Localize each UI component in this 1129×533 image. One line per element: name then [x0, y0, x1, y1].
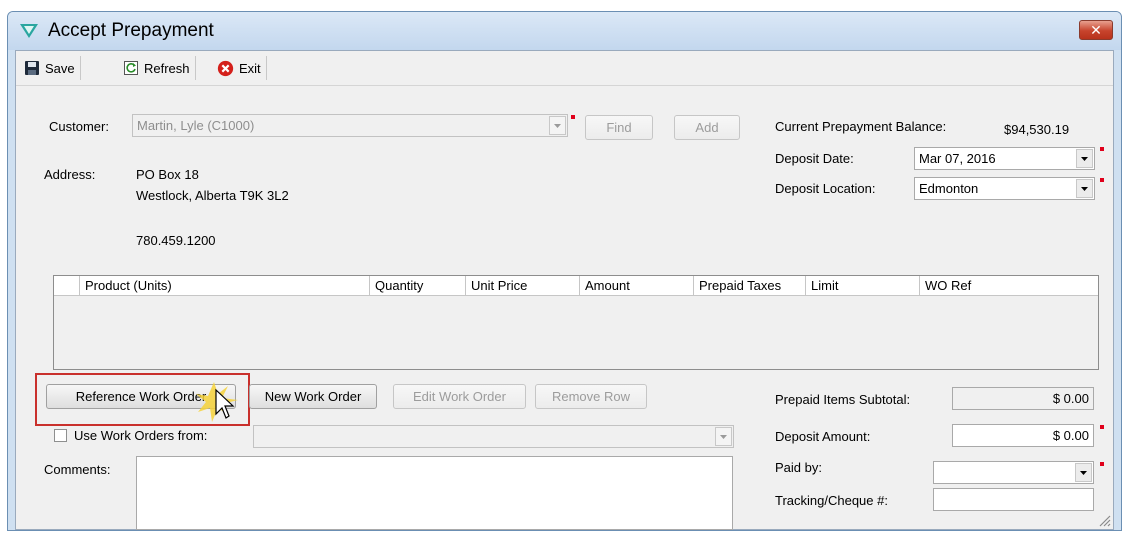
required-marker: [1100, 178, 1104, 182]
balance-label: Current Prepayment Balance:: [775, 119, 947, 134]
address-line-2: Westlock, Alberta T9K 3L2: [136, 188, 289, 203]
column-header-prepaid-taxes[interactable]: Prepaid Taxes: [694, 276, 806, 296]
resize-grip-icon[interactable]: [1097, 513, 1111, 527]
tracking-input[interactable]: [933, 488, 1094, 511]
address-line-1: PO Box 18: [136, 167, 199, 182]
chevron-down-icon: [1076, 149, 1093, 168]
comments-label: Comments:: [44, 462, 111, 477]
click-cursor-icon: [196, 382, 238, 422]
reference-work-order-label: Reference Work Order: [75, 389, 207, 404]
phone-number: 780.459.1200: [136, 233, 216, 248]
column-header-wo-ref[interactable]: WO Ref: [920, 276, 1098, 296]
find-label: Find: [606, 120, 632, 135]
deposit-date-label: Deposit Date:: [775, 151, 854, 166]
balance-value: $94,530.19: [1004, 122, 1070, 137]
title-bar: Accept Prepayment ✕: [8, 12, 1121, 50]
column-header-quantity[interactable]: Quantity: [370, 276, 466, 296]
exit-label: Exit: [239, 60, 261, 76]
exit-button[interactable]: Exit: [212, 56, 267, 80]
column-header-product[interactable]: Product (Units): [80, 276, 370, 296]
required-marker: [1100, 462, 1104, 466]
use-work-orders-label: Use Work Orders from:: [74, 428, 208, 443]
deposit-amount-input[interactable]: $ 0.00: [952, 424, 1094, 447]
required-marker: [571, 115, 575, 119]
comments-textarea[interactable]: [136, 456, 733, 530]
required-marker: [1100, 425, 1104, 429]
required-marker: [1100, 147, 1104, 151]
use-work-orders-checkbox[interactable]: [54, 429, 67, 442]
new-work-order-label: New Work Order: [264, 389, 362, 404]
subtotal-field: $ 0.00: [952, 387, 1094, 410]
app-logo-icon: [20, 24, 38, 38]
find-button[interactable]: Find: [585, 115, 653, 140]
column-header-amount[interactable]: Amount: [580, 276, 694, 296]
prepaid-items-grid[interactable]: Product (Units) Quantity Unit Price Amou…: [53, 275, 1099, 370]
row-selector-header: [54, 276, 80, 296]
save-button[interactable]: Save: [19, 56, 81, 80]
column-header-unit-price[interactable]: Unit Price: [466, 276, 580, 296]
deposit-date-picker[interactable]: Mar 07, 2016: [914, 147, 1095, 170]
accept-prepayment-window: Accept Prepayment ✕ Save Refresh Exit Cu…: [7, 11, 1122, 531]
deposit-location-select[interactable]: Edmonton: [914, 177, 1095, 200]
edit-work-order-label: Edit Work Order: [413, 389, 506, 404]
address-label: Address:: [44, 167, 96, 182]
add-label: Add: [695, 120, 719, 135]
form-body: Save Refresh Exit Customer: Martin, Lyle…: [15, 50, 1114, 530]
customer-value: Martin, Lyle (C1000): [137, 118, 255, 133]
refresh-button[interactable]: Refresh: [118, 56, 196, 80]
add-button[interactable]: Add: [674, 115, 740, 140]
customer-label: Customer:: [49, 119, 109, 134]
chevron-down-icon: [549, 116, 566, 135]
new-work-order-button[interactable]: New Work Order: [249, 384, 377, 409]
refresh-icon: [124, 61, 138, 75]
deposit-amount-label: Deposit Amount:: [775, 429, 871, 444]
chevron-down-icon: [1075, 463, 1092, 482]
exit-icon: [217, 60, 234, 76]
remove-row-button[interactable]: Remove Row: [535, 384, 647, 409]
deposit-location-value: Edmonton: [919, 181, 979, 196]
close-icon: ✕: [1090, 22, 1102, 38]
customer-combobox[interactable]: Martin, Lyle (C1000): [132, 114, 568, 137]
refresh-label: Refresh: [144, 60, 190, 76]
deposit-amount-value: $ 0.00: [1052, 428, 1089, 443]
subtotal-value: $ 0.00: [1052, 391, 1089, 406]
close-button[interactable]: ✕: [1079, 20, 1113, 40]
deposit-location-label: Deposit Location:: [775, 181, 876, 196]
save-label: Save: [45, 60, 75, 76]
toolbar: Save Refresh Exit: [16, 51, 1113, 86]
column-header-limit[interactable]: Limit: [806, 276, 920, 296]
chevron-down-icon: [1076, 179, 1093, 198]
tracking-label: Tracking/Cheque #:: [775, 493, 888, 508]
deposit-date-value: Mar 07, 2016: [919, 151, 996, 166]
chevron-down-icon: [715, 427, 732, 446]
edit-work-order-button[interactable]: Edit Work Order: [393, 384, 526, 409]
grid-header: Product (Units) Quantity Unit Price Amou…: [54, 276, 1098, 296]
remove-row-label: Remove Row: [551, 389, 631, 404]
window-title: Accept Prepayment: [48, 20, 214, 41]
paid-by-select[interactable]: [933, 461, 1094, 484]
use-work-orders-combobox[interactable]: [253, 425, 734, 448]
subtotal-label: Prepaid Items Subtotal:: [775, 392, 911, 407]
paid-by-label: Paid by:: [775, 460, 822, 475]
floppy-disk-icon: [25, 61, 39, 75]
